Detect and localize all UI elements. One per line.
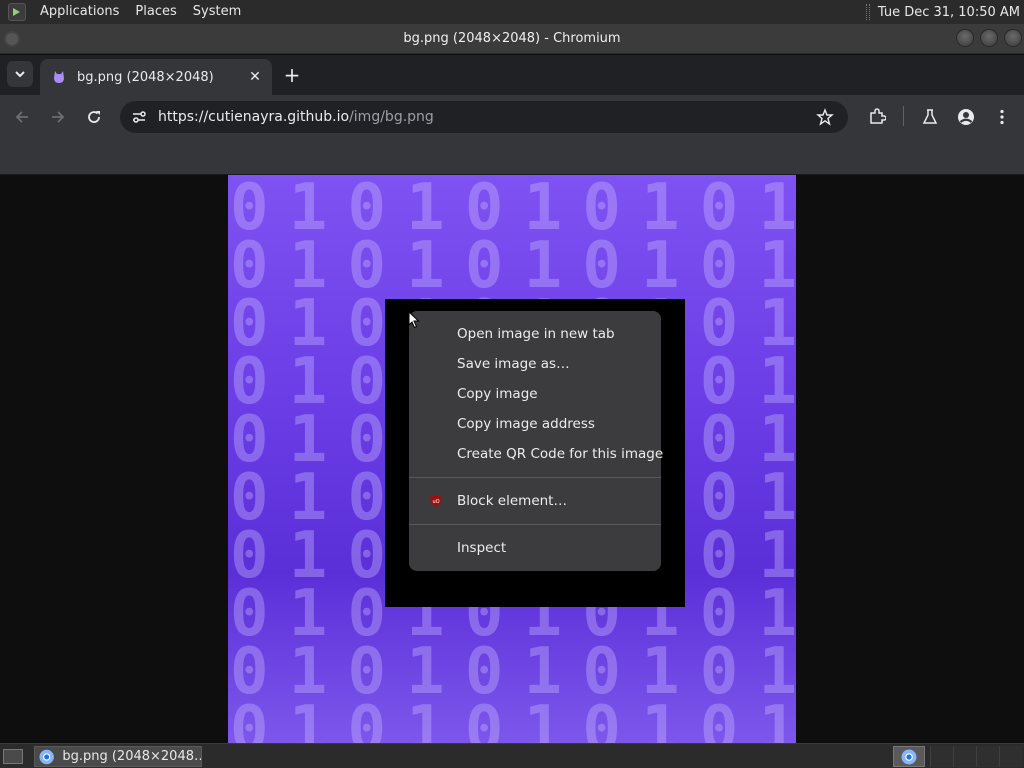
binary-digit: 0 (347, 693, 385, 743)
site-settings-icon[interactable] (130, 108, 148, 126)
back-button[interactable] (6, 101, 38, 133)
desktop-top-panel: Applications Places System Tue Dec 31, 1… (0, 0, 1024, 24)
menu-copy-image-address[interactable]: Copy image address (409, 409, 661, 439)
binary-digit: 0 (230, 693, 268, 743)
binary-digit: 0 (582, 693, 620, 743)
menu-separator (409, 477, 661, 478)
binary-digit: 1 (523, 693, 562, 743)
menu-block-element-label: Block element… (457, 493, 567, 509)
extensions-button[interactable] (865, 105, 889, 129)
chromium-icon (39, 749, 54, 764)
chromium-icon (901, 749, 917, 764)
reload-button[interactable] (78, 101, 110, 133)
workspace-switcher[interactable] (930, 746, 1022, 767)
url-host: https://cutienayra.github.io (158, 109, 350, 125)
workspace-2[interactable] (953, 746, 976, 767)
flask-icon (922, 109, 938, 124)
url-path: /img/bg.png (349, 109, 434, 125)
menu-separator (409, 524, 661, 525)
places-menu[interactable]: Places (127, 0, 184, 24)
binary-digit: 1 (406, 693, 444, 743)
close-window-button[interactable] (1004, 29, 1022, 47)
terminal-app-icon[interactable] (8, 3, 26, 21)
puzzle-icon (870, 108, 886, 124)
tab-strip: bg.png (2048×2048) ✕ + (0, 55, 1024, 95)
context-menu: Open image in new tab Save image as… Cop… (409, 311, 663, 571)
labs-button[interactable] (918, 105, 942, 129)
new-tab-button[interactable]: + (280, 63, 304, 87)
system-menu[interactable]: System (185, 0, 249, 24)
close-tab-button[interactable]: ✕ (246, 68, 264, 86)
tray-chromium-button[interactable] (893, 746, 925, 767)
menu-inspect[interactable]: Inspect (409, 533, 661, 563)
binary-digit: 1 (641, 693, 679, 743)
arrow-left-icon (15, 111, 28, 123)
star-icon[interactable] (816, 108, 834, 126)
tab-bg-png[interactable]: bg.png (2048×2048) ✕ (40, 59, 272, 95)
kebab-menu-icon (1000, 109, 1004, 125)
taskbar-window-title: bg.png (2048×2048… (62, 749, 201, 764)
panel-grip-handle[interactable] (865, 4, 870, 20)
chrome-menu-button[interactable] (990, 105, 1014, 129)
binary-digit: 1 (758, 693, 796, 743)
tab-search-button[interactable] (7, 61, 33, 87)
tab-title: bg.png (2048×2048) (77, 69, 214, 85)
purple-cat-icon (54, 71, 64, 83)
svg-text:uO: uO (432, 499, 439, 505)
clock[interactable]: Tue Dec 31, 10:50 AM (878, 5, 1024, 20)
show-desktop-icon[interactable] (3, 749, 23, 764)
toolbar-divider (903, 106, 904, 126)
binary-pattern-row: 0101010101 (228, 693, 796, 743)
window-titlebar[interactable]: bg.png (2048×2048) - Chromium (0, 24, 1024, 54)
forward-button[interactable] (42, 101, 74, 133)
profile-button[interactable] (954, 105, 978, 129)
minimize-button[interactable] (956, 29, 974, 47)
binary-digit: 0 (699, 693, 738, 743)
bookmarks-bar (0, 139, 1024, 175)
ublock-origin-icon: uO (430, 495, 442, 507)
maximize-button[interactable] (980, 29, 998, 47)
chevron-down-icon (15, 71, 25, 78)
browser-toolbar: https://cutienayra.github.io/img/bg.png (0, 95, 1024, 139)
menu-create-qr-code[interactable]: Create QR Code for this image (409, 439, 663, 469)
window-menu-button[interactable] (4, 31, 20, 47)
reload-icon (88, 111, 100, 123)
address-bar[interactable]: https://cutienayra.github.io/img/bg.png (120, 101, 848, 133)
desktop-taskbar: bg.png (2048×2048… (0, 743, 1024, 768)
menu-copy-image[interactable]: Copy image (409, 379, 661, 409)
workspace-4[interactable] (999, 746, 1022, 767)
menu-save-image-as[interactable]: Save image as… (409, 349, 661, 379)
binary-digit: 0 (464, 693, 503, 743)
taskbar-window-button[interactable]: bg.png (2048×2048… (34, 746, 202, 767)
profile-icon (958, 109, 974, 125)
binary-digit: 1 (288, 693, 327, 743)
applications-menu[interactable]: Applications (32, 0, 127, 24)
arrow-right-icon (52, 111, 65, 123)
menu-open-image-new-tab[interactable]: Open image in new tab (409, 319, 661, 349)
mouse-cursor-icon (408, 311, 420, 329)
workspace-1[interactable] (930, 746, 953, 767)
window-title: bg.png (2048×2048) - Chromium (403, 31, 621, 46)
menu-block-element[interactable]: uO Block element… (409, 486, 661, 516)
workspace-3[interactable] (976, 746, 999, 767)
